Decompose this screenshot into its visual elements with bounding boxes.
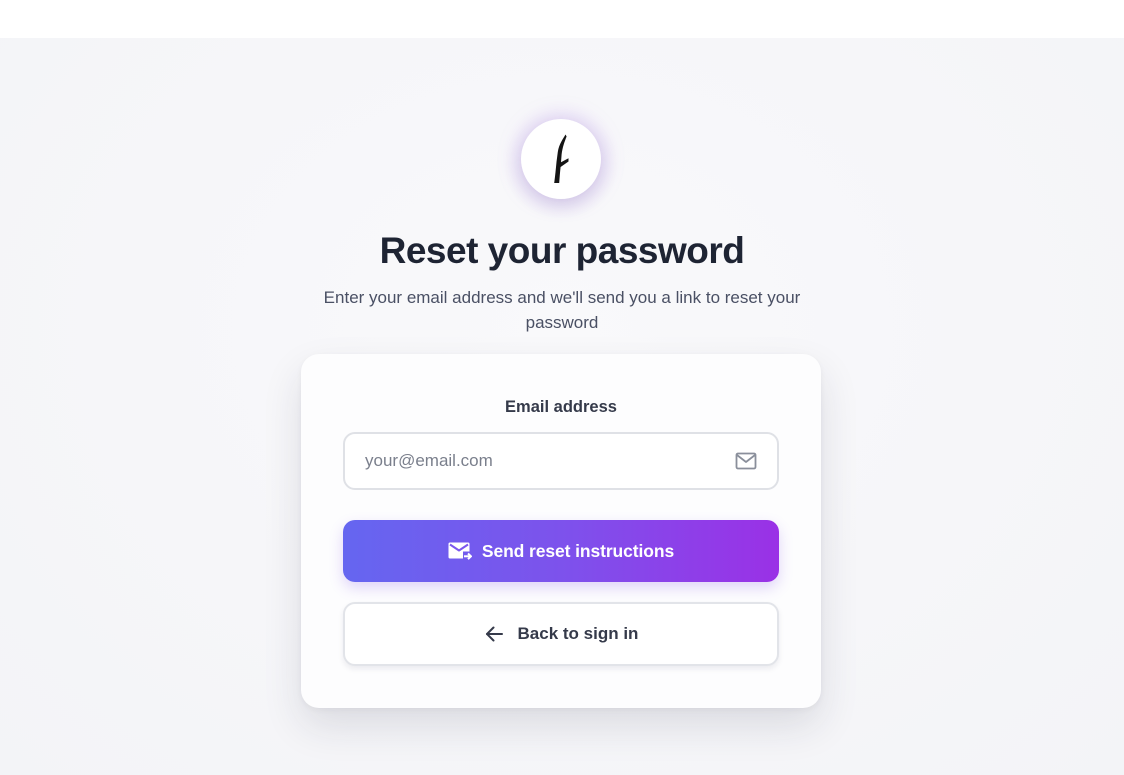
page-title: Reset your password: [379, 230, 745, 271]
email-input[interactable]: [345, 434, 777, 488]
email-label: Email address: [505, 398, 617, 416]
app-logo: [521, 119, 601, 199]
mail-icon: [735, 452, 757, 470]
mail-send-icon: [448, 542, 472, 560]
arrow-left-icon: [485, 626, 503, 642]
send-reset-instructions-label: Send reset instructions: [481, 540, 675, 561]
page-background: Reset your password Enter your email add…: [0, 38, 1124, 775]
back-to-sign-in-button[interactable]: Back to sign in: [343, 602, 779, 666]
back-to-sign-in-label: Back to sign in: [517, 624, 639, 643]
reset-form-card: Email address Send reset instructions B: [301, 354, 821, 708]
top-strip: [0, 0, 1124, 38]
page-subtitle: Enter your email address and we'll send …: [323, 288, 801, 332]
email-field-wrapper: [343, 432, 779, 490]
send-reset-instructions-button[interactable]: Send reset instructions: [343, 520, 779, 582]
feather-f-logo-icon: [554, 134, 569, 183]
